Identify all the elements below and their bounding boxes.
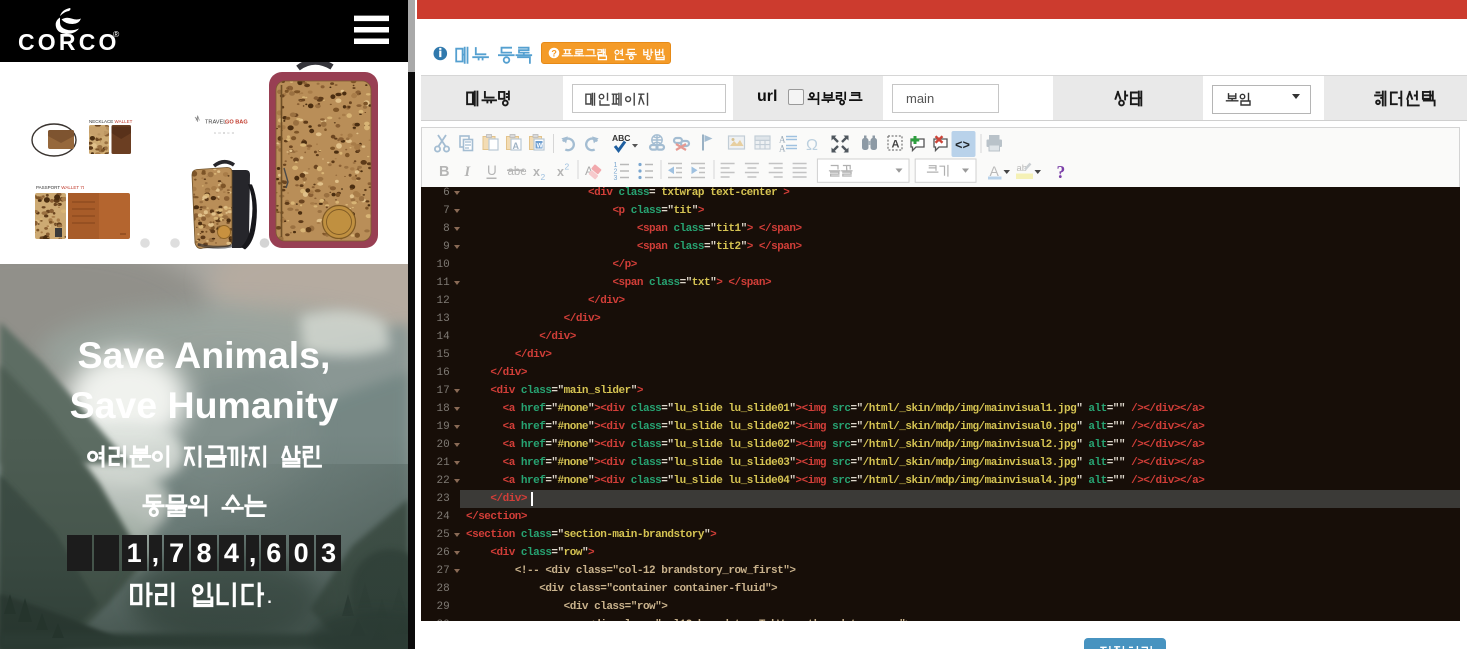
svg-text:A: A <box>779 144 786 154</box>
svg-text:abe: abe <box>508 166 527 178</box>
svg-text:A: A <box>513 141 520 151</box>
svg-text:.: . <box>266 582 273 608</box>
svg-text:x: x <box>533 165 540 179</box>
svg-text:?: ? <box>1057 162 1066 182</box>
svg-text:I: I <box>464 164 472 180</box>
svg-text:U: U <box>487 163 497 178</box>
svg-text:ABC: ABC <box>612 133 630 143</box>
svg-text:2: 2 <box>565 162 570 172</box>
svg-text:Ω: Ω <box>806 137 818 154</box>
svg-text:3: 3 <box>614 175 618 182</box>
svg-text:x: x <box>557 165 564 179</box>
svg-text:2: 2 <box>541 172 546 182</box>
svg-text:A: A <box>892 139 900 151</box>
svg-text:B: B <box>439 164 449 180</box>
svg-text:<>: <> <box>955 139 970 153</box>
svg-text:W: W <box>537 143 544 150</box>
